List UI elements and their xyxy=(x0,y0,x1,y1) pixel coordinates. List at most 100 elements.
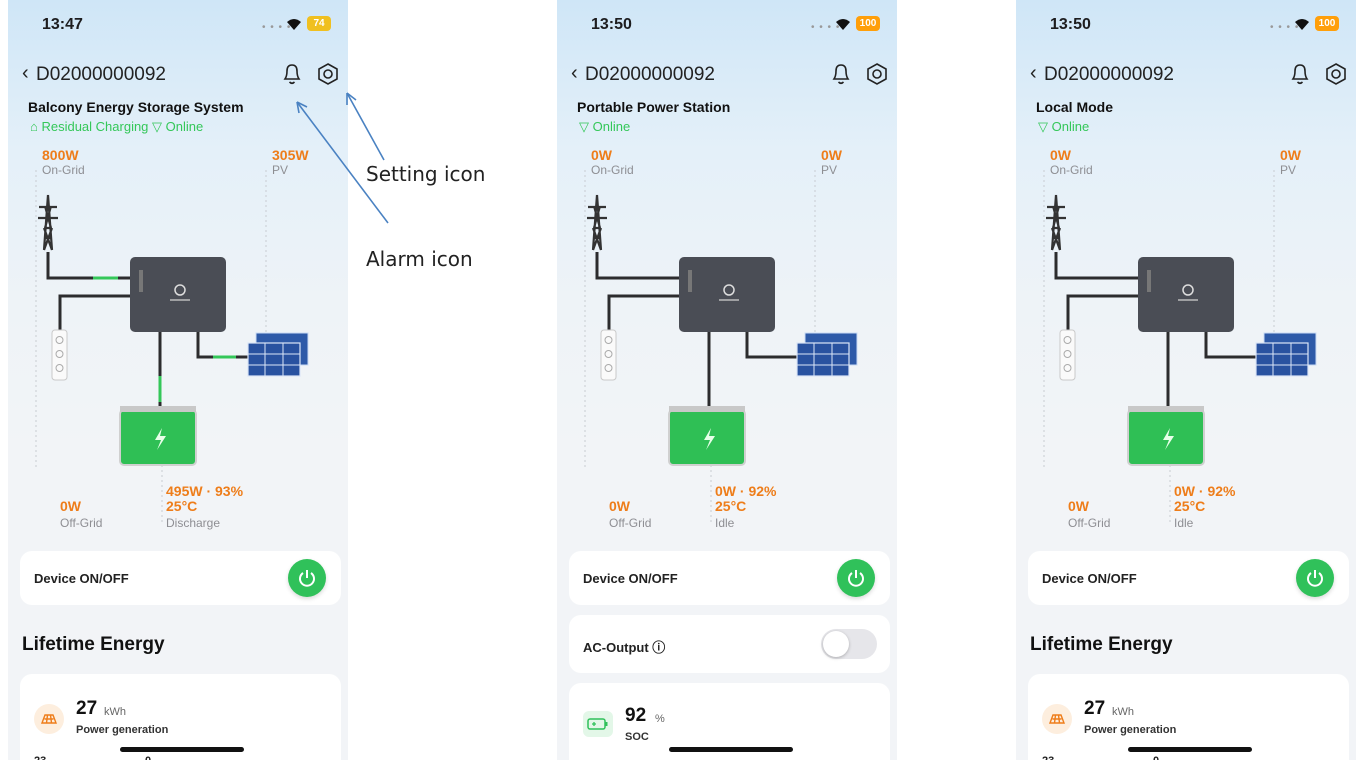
device-onoff-card: Device ON/OFF xyxy=(569,551,890,605)
settings-hex-icon[interactable] xyxy=(865,62,889,86)
device-status-line: ▽ Online xyxy=(1038,119,1090,134)
energy-unit: kWh xyxy=(104,706,126,718)
solar-panel-icon xyxy=(1042,704,1072,734)
battery-indicator: 100 xyxy=(856,16,880,31)
energy-unit: kWh xyxy=(1112,706,1134,718)
ac-output-toggle[interactable] xyxy=(821,629,877,659)
stat-value-cut: 23 xyxy=(1042,755,1054,760)
solar-panel-icon xyxy=(796,332,858,377)
inverter-icon xyxy=(130,257,226,332)
device-status-line: ⌂ Residual Charging ▽ Online xyxy=(30,119,204,134)
battery-power-value: 0W · 92% xyxy=(715,483,777,499)
battery-indicator: 100 xyxy=(1315,16,1339,31)
top-bar: ‹ D02000000092 xyxy=(1016,58,1356,92)
off-grid-value: 0W xyxy=(1068,498,1089,514)
soc-unit: % xyxy=(655,713,665,725)
device-id-title: D02000000092 xyxy=(36,64,166,85)
device-id-title: D02000000092 xyxy=(1044,64,1174,85)
stat-value-cut: 23 xyxy=(34,755,46,760)
device-mode-title: Portable Power Station xyxy=(577,99,731,115)
settings-hex-icon[interactable] xyxy=(1324,62,1348,86)
power-toggle-button[interactable] xyxy=(1296,559,1334,597)
setting-icon-annotation: Setting icon xyxy=(366,162,486,186)
back-chevron-icon[interactable]: ‹ xyxy=(1030,62,1037,84)
phone-screen-local: 13:50 • • • • 100 ‹ D02000000092 Local M… xyxy=(1016,0,1356,760)
ac-output-label: AC-Output ⓘ xyxy=(583,640,666,655)
stat-value-cut: 0 xyxy=(1153,755,1159,760)
energy-value: 27 xyxy=(1084,698,1106,719)
energy-label: Power generation xyxy=(76,724,169,736)
bell-icon[interactable] xyxy=(1289,62,1311,86)
energy-label: Power generation xyxy=(1084,724,1177,736)
status-time: 13:50 xyxy=(591,16,632,33)
battery-icon xyxy=(119,406,197,466)
device-status-line: ▽ Online xyxy=(579,119,631,134)
power-toggle-button[interactable] xyxy=(837,559,875,597)
battery-power-value: 0W · 92% xyxy=(1174,483,1236,499)
home-indicator xyxy=(1128,747,1252,752)
device-onoff-label: Device ON/OFF xyxy=(1042,571,1137,586)
off-grid-label: Off-Grid xyxy=(609,516,652,530)
power-toggle-button[interactable] xyxy=(288,559,326,597)
battery-indicator: 74 xyxy=(307,16,331,31)
ac-output-card: AC-Output ⓘ xyxy=(569,615,890,673)
off-grid-label: Off-Grid xyxy=(60,516,103,530)
power-strip-icon xyxy=(51,329,68,381)
bell-icon[interactable] xyxy=(830,62,852,86)
back-chevron-icon[interactable]: ‹ xyxy=(22,62,29,84)
battery-temp-value: 25°C xyxy=(1174,498,1206,514)
home-indicator xyxy=(669,747,793,752)
energy-flow-diagram xyxy=(1043,170,1317,525)
battery-state-label: Discharge xyxy=(166,516,221,530)
transmission-tower-icon xyxy=(587,194,607,251)
device-onoff-label: Device ON/OFF xyxy=(34,571,129,586)
inverter-icon xyxy=(679,257,775,332)
energy-value: 27 xyxy=(76,698,98,719)
battery-icon xyxy=(668,406,746,466)
device-onoff-card: Device ON/OFF xyxy=(20,551,341,605)
alarm-icon-annotation: Alarm icon xyxy=(366,247,473,271)
transmission-tower-icon xyxy=(38,194,58,251)
status-bar: 13:47 • • • • 74 xyxy=(8,0,348,40)
status-bar: 13:50 • • • • 100 xyxy=(1016,0,1356,40)
device-mode-title: Balcony Energy Storage System xyxy=(28,99,244,115)
battery-temp-value: 25°C xyxy=(166,498,198,514)
solar-panel-icon xyxy=(1255,332,1317,377)
solar-panel-icon xyxy=(247,332,309,377)
status-bar: 13:50 • • • • 100 xyxy=(557,0,897,40)
lifetime-energy-title: Lifetime Energy xyxy=(1030,634,1173,655)
lifetime-energy-title: Lifetime Energy xyxy=(22,634,165,655)
back-chevron-icon[interactable]: ‹ xyxy=(571,62,578,84)
battery-state-label: Idle xyxy=(715,516,735,530)
battery-icon xyxy=(1127,406,1205,466)
power-icon xyxy=(848,570,864,587)
wifi-icon xyxy=(287,19,301,30)
inverter-icon xyxy=(1138,257,1234,332)
power-strip-icon xyxy=(1059,329,1076,381)
device-onoff-card: Device ON/OFF xyxy=(1028,551,1349,605)
home-indicator xyxy=(120,747,244,752)
battery-state-label: Idle xyxy=(1174,516,1194,530)
soc-value: 92 xyxy=(625,705,647,726)
off-grid-label: Off-Grid xyxy=(1068,516,1111,530)
transmission-tower-icon xyxy=(1046,194,1066,251)
off-grid-value: 0W xyxy=(609,498,630,514)
annotation-arrows xyxy=(296,92,389,224)
power-icon xyxy=(1307,570,1323,587)
power-strip-icon xyxy=(600,329,617,381)
status-time: 13:47 xyxy=(42,16,83,33)
device-id-title: D02000000092 xyxy=(585,64,715,85)
off-grid-value: 0W xyxy=(60,498,81,514)
wifi-icon xyxy=(836,19,850,30)
energy-flow-diagram xyxy=(584,170,858,525)
wifi-icon xyxy=(1295,19,1309,30)
status-time: 13:50 xyxy=(1050,16,1091,33)
battery-temp-value: 25°C xyxy=(715,498,747,514)
phone-screen-portable: 13:50 • • • • 100 ‹ D02000000092 Portabl… xyxy=(557,0,897,760)
device-mode-title: Local Mode xyxy=(1036,99,1114,115)
battery-power-value: 495W · 93% xyxy=(166,483,244,499)
stat-value-cut: 0 xyxy=(145,755,151,760)
top-bar: ‹ D02000000092 xyxy=(557,58,897,92)
device-onoff-label: Device ON/OFF xyxy=(583,571,678,586)
battery-soc-icon xyxy=(583,711,613,737)
